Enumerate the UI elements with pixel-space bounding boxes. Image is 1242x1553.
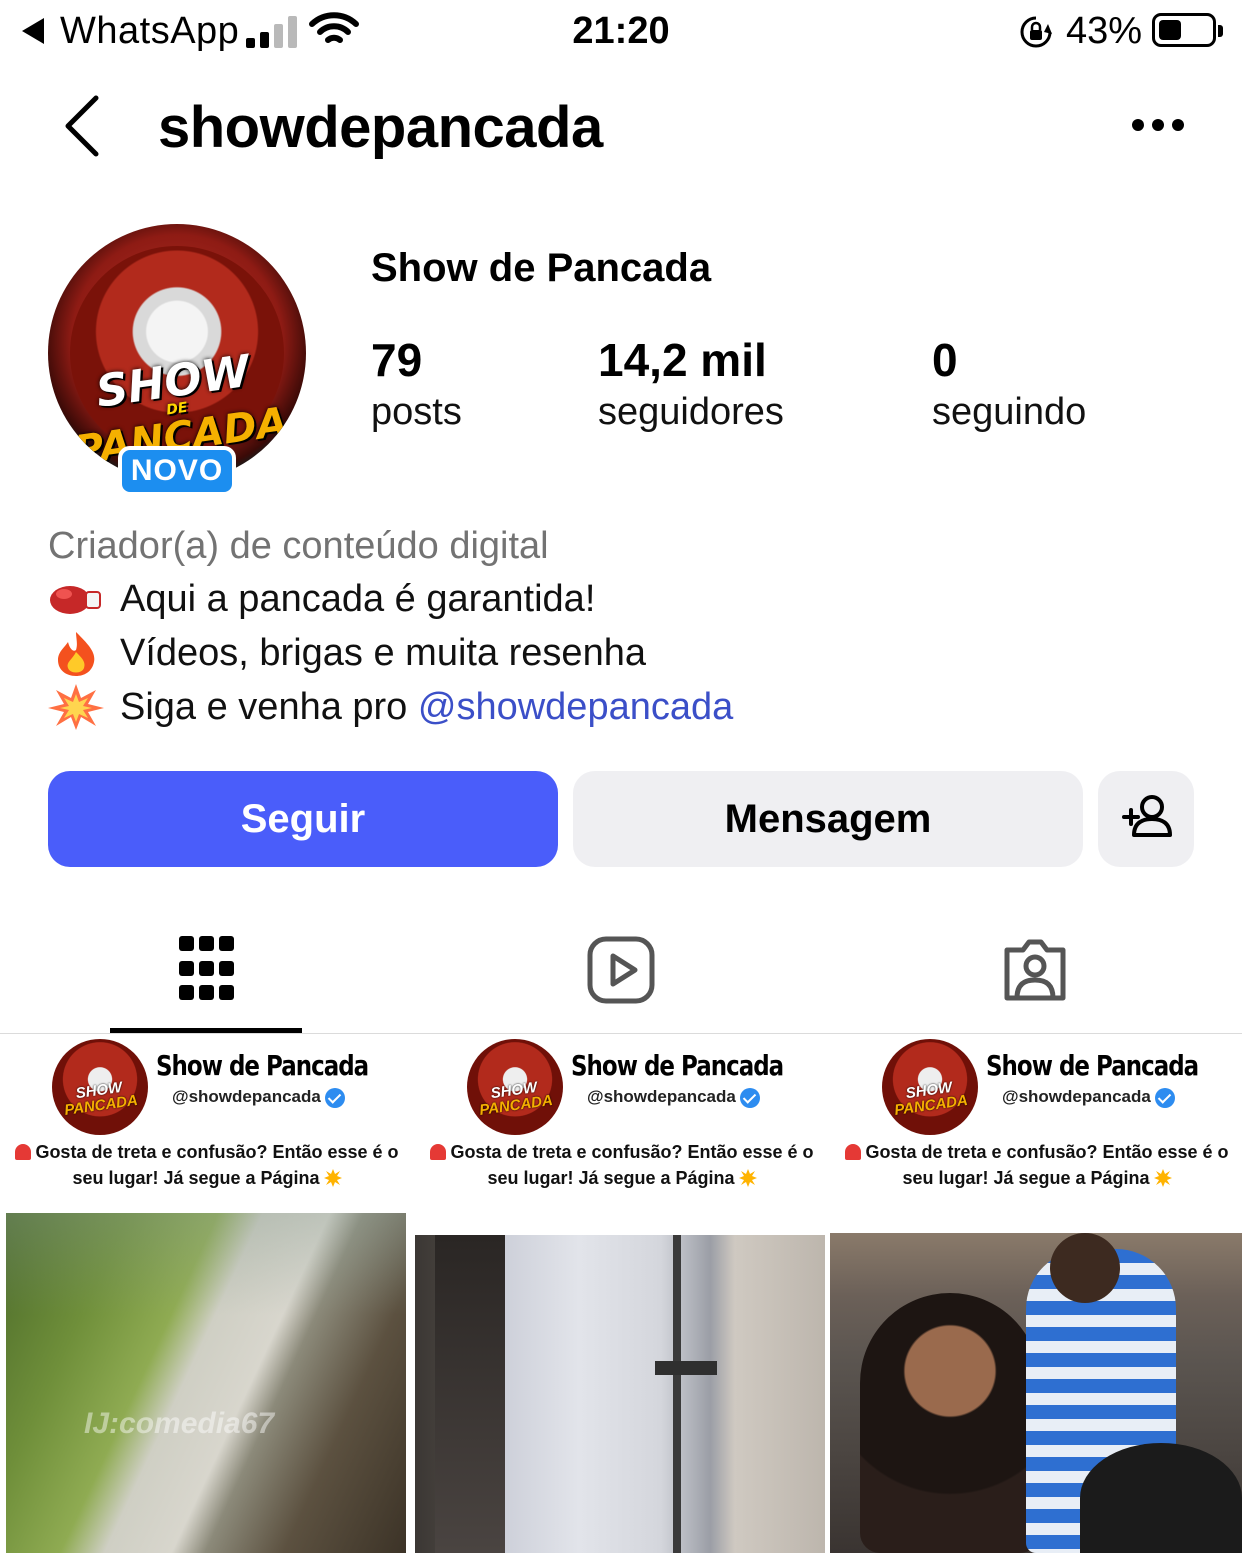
bio-line-3: Siga e venha pro @showdepancada (48, 680, 1208, 734)
stat-posts-value: 79 (371, 334, 423, 386)
post-header-card: SHOW PANCADA Show de Pancada @showdepanca… (415, 1035, 827, 1213)
profile-avatar[interactable]: SHOW DE PANCADA (48, 224, 306, 482)
battery-icon (1152, 13, 1223, 47)
stat-following[interactable]: 0 seguindo (932, 332, 1086, 436)
posts-grid: SHOW PANCADA Show de Pancada @showdepanca… (0, 1035, 1242, 1553)
post-handle: @showdepancada (587, 1087, 760, 1108)
post-handle: @showdepancada (1002, 1087, 1175, 1108)
stat-followers-label: seguidores (598, 391, 784, 433)
profile-header: showdepancada (0, 66, 1242, 186)
post-thumbnail[interactable]: SHOW PANCADA Show de Pancada @showdepanca… (415, 1035, 827, 1553)
stat-followers-value: 14,2 mil (598, 334, 767, 386)
post-logo: SHOW PANCADA (467, 1039, 563, 1135)
stat-following-label: seguindo (932, 391, 1087, 433)
bio-line-3-text: Siga e venha pro (120, 686, 418, 728)
profile-bio: Criador(a) de conteúdo digital Aqui a pa… (48, 520, 1208, 734)
back-chevron-icon[interactable] (58, 94, 112, 158)
video-watermark: IJ:comedia67 (84, 1407, 275, 1440)
verified-icon (324, 1087, 345, 1108)
collision-icon (323, 1169, 342, 1187)
collision-emoji-icon (48, 684, 104, 730)
post-caption: Gosta de treta e confusão? Então esse é … (419, 1139, 825, 1191)
post-logo: SHOW PANCADA (882, 1039, 978, 1135)
new-badge: NOVO (118, 446, 236, 496)
post-thumbnail[interactable]: SHOW PANCADA Show de Pancada @showdepanca… (0, 1035, 412, 1553)
post-title: Show de Pancada (156, 1049, 369, 1082)
post-caption: Gosta de treta e confusão? Então esse é … (834, 1139, 1240, 1191)
profile-tabs (0, 910, 1242, 1034)
message-button[interactable]: Mensagem (573, 771, 1083, 867)
post-video-frame: IJ:comedia67 (6, 1213, 406, 1553)
more-options-icon[interactable] (1130, 116, 1186, 134)
collision-icon (1153, 1169, 1172, 1187)
verified-icon (739, 1087, 760, 1108)
post-video-frame (415, 1235, 825, 1553)
siren-icon (430, 1144, 447, 1160)
post-thumbnail[interactable]: SHOW PANCADA Show de Pancada @showdepanca… (830, 1035, 1242, 1553)
boxing-glove-emoji-icon (50, 586, 101, 614)
post-title: Show de Pancada (986, 1049, 1199, 1082)
siren-icon (15, 1144, 32, 1160)
post-handle: @showdepancada (172, 1087, 345, 1108)
battery-level (1159, 20, 1181, 40)
grid-icon (179, 936, 234, 1000)
stat-posts[interactable]: 79 posts (371, 332, 462, 436)
display-name: Show de Pancada (371, 246, 712, 290)
siren-icon (845, 1144, 862, 1160)
post-title: Show de Pancada (571, 1049, 784, 1082)
post-video-frame (830, 1233, 1242, 1553)
bio-line-2: Vídeos, brigas e muita resenha (48, 626, 1208, 680)
bio-line-1-text: Aqui a pancada é garantida! (120, 578, 596, 620)
orientation-lock-icon (1020, 16, 1052, 48)
tagged-icon (1004, 939, 1066, 1001)
reels-icon (587, 936, 655, 1004)
verified-icon (1154, 1087, 1175, 1108)
tab-tagged[interactable] (828, 910, 1242, 1034)
stat-posts-label: posts (371, 391, 462, 433)
stat-followers[interactable]: 14,2 mil seguidores (598, 332, 784, 436)
active-tab-indicator (110, 1028, 302, 1033)
clock: 21:20 (572, 10, 670, 52)
fire-emoji-icon (58, 632, 95, 676)
stat-following-value: 0 (932, 334, 958, 386)
tab-reels[interactable] (414, 910, 828, 1034)
status-bar: WhatsApp 21:20 43% (0, 0, 1242, 66)
tab-posts-grid[interactable] (0, 910, 414, 1034)
post-header-card: SHOW PANCADA Show de Pancada @showdepanca… (830, 1035, 1242, 1213)
bio-line-2-text: Vídeos, brigas e muita resenha (120, 632, 646, 674)
profile-category: Criador(a) de conteúdo digital (48, 525, 549, 567)
bio-mention-link[interactable]: @showdepancada (418, 680, 733, 734)
post-caption: Gosta de treta e confusão? Então esse é … (4, 1139, 410, 1191)
post-logo: SHOW PANCADA (52, 1039, 148, 1135)
follow-button[interactable]: Seguir (48, 771, 558, 867)
post-header-card: SHOW PANCADA Show de Pancada @showdepanca… (0, 1035, 412, 1213)
profile-username: showdepancada (158, 95, 603, 160)
add-person-icon (1122, 795, 1172, 837)
collision-icon (738, 1169, 757, 1187)
bio-line-1: Aqui a pancada é garantida! (48, 572, 1208, 626)
battery-percentage: 43% (1066, 10, 1143, 52)
suggested-accounts-button[interactable] (1098, 771, 1194, 867)
